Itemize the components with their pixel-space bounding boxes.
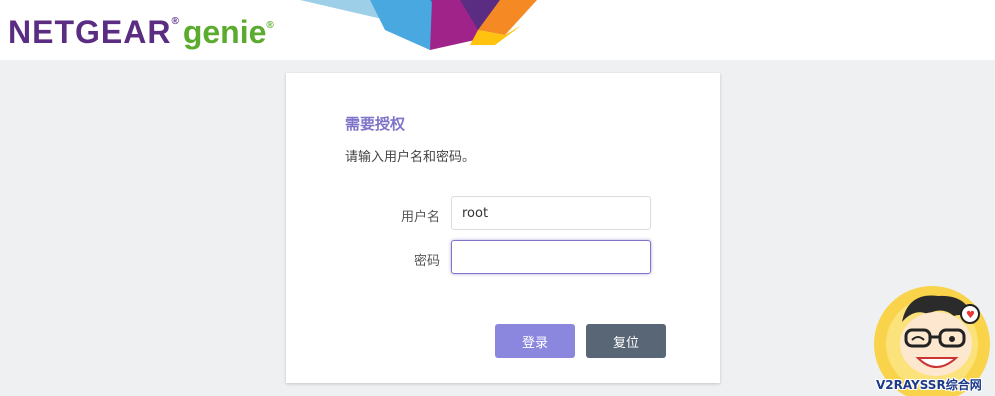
password-input[interactable] [451,240,651,274]
logo-product-registered-mark: ® [266,20,274,31]
top-header: NETGEAR® genie® [0,0,995,60]
watermark-text: V2RAYSSR综合网 [876,378,982,392]
netgear-genie-logo: NETGEAR® genie® [8,14,274,51]
logo-product: genie [182,14,267,50]
auth-description: 请输入用户名和密码。 [345,150,476,165]
logo-brand: NETGEAR [8,14,172,50]
login-card: 需要授权 请输入用户名和密码。 用户名 密码 登录 复位 [286,73,720,383]
username-input[interactable] [451,196,651,230]
reset-button[interactable]: 复位 [586,324,666,358]
password-label: 密码 [413,254,440,269]
login-button[interactable]: 登录 [495,324,575,358]
logo-registered-mark: ® [171,16,179,27]
svg-text:♥: ♥ [966,310,975,321]
auth-title: 需要授权 [345,115,406,133]
decorative-triangles-graphic [300,0,537,50]
username-label: 用户名 [400,210,440,225]
